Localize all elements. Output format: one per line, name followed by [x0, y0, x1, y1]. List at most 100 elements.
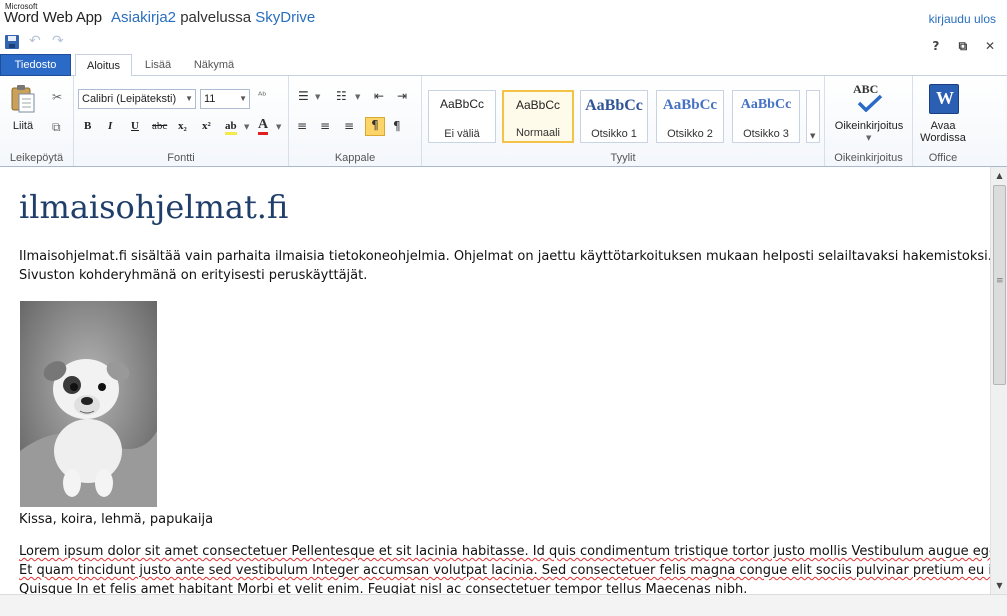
close-icon[interactable]: ✕: [979, 39, 1001, 53]
document-title: Asiakirja2 palvelussa SkyDrive: [111, 9, 315, 26]
style-sample: AaBbCc: [585, 97, 643, 114]
group-label-clipboard: Leikepöytä: [9, 152, 64, 164]
copy-icon[interactable]: ⧉: [52, 120, 61, 135]
group-font: Calibri (Leipäteksti) ▼ 11 ▼ ᴬᵇ B I U abc …: [74, 76, 289, 166]
group-label-office: Office: [928, 152, 958, 164]
app-name: Word Web App: [4, 9, 102, 26]
scrollbar-thumb[interactable]: [993, 185, 1006, 385]
ribbon-tabs: Tiedosto Aloitus Lisää Näkymä: [0, 53, 1007, 77]
chevron-down-icon: ▼: [185, 94, 193, 103]
group-label-font: Fontti: [167, 152, 195, 164]
save-icon[interactable]: [5, 35, 19, 49]
chevron-down-icon: ▼: [239, 94, 247, 103]
increase-indent-icon[interactable]: ⇥: [397, 89, 407, 103]
tab-view[interactable]: Näkymä: [186, 54, 242, 76]
chevron-down-icon[interactable]: ▼: [866, 134, 871, 142]
style-name: Ei väliä: [444, 128, 480, 140]
decrease-indent-icon[interactable]: ⇤: [374, 89, 384, 103]
group-label-paragraph: Kappale: [334, 152, 376, 164]
signout-link[interactable]: kirjaudu ulos: [929, 12, 996, 26]
scroll-down-icon[interactable]: ▼: [991, 577, 1007, 594]
image-caption[interactable]: Kissa, koira, lehmä, papukaija: [19, 512, 213, 527]
cut-icon[interactable]: ✂: [52, 90, 62, 104]
highlight-button[interactable]: ab: [225, 120, 237, 135]
paragraph-line[interactable]: Ilmaisohjelmat.fi sisältää vain parhaita…: [19, 247, 990, 266]
group-clipboard: Liitä ✂ ⧉ Leikepöytä: [0, 76, 74, 166]
style-sample: AaBbCc: [439, 97, 485, 111]
chevron-down-icon[interactable]: ▼: [355, 93, 360, 101]
puppy-photo[interactable]: [20, 301, 157, 507]
style-no-spacing[interactable]: AaBbCc Ei väliä: [428, 90, 496, 143]
lorem-line[interactable]: Lorem ipsum dolor sit amet consectetuer …: [19, 542, 990, 561]
lorem-text: Et quam tincidunt justo ante sed vestibu…: [19, 563, 990, 578]
italic-button[interactable]: I: [108, 120, 112, 132]
font-color-button[interactable]: A: [258, 118, 269, 135]
ltr-icon[interactable]: ¶: [365, 117, 385, 136]
font-size-value: 11: [204, 93, 216, 105]
open-in-word-label-1[interactable]: Avaa: [913, 120, 973, 132]
spelling-check-icon[interactable]: ABC: [853, 82, 885, 112]
subscript-button[interactable]: x₂: [178, 120, 187, 132]
group-paragraph: ☰ ▼ ☷ ▼ ⇤ ⇥ ≡ ≡ ≡ ¶ ¶ Kappale: [289, 76, 422, 166]
align-right-icon[interactable]: ≡: [344, 119, 354, 133]
popout-icon[interactable]: ⧉: [952, 39, 974, 54]
ribbon: Liitä ✂ ⧉ Leikepöytä Calibri (Leipätekst…: [0, 76, 1007, 167]
bullet-list-icon[interactable]: ☰: [298, 89, 309, 103]
location-prefix: palvelussa: [180, 9, 252, 26]
style-name: Otsikko 1: [591, 128, 637, 140]
style-heading-3[interactable]: AaBbCc Otsikko 3: [732, 90, 800, 143]
rtl-icon[interactable]: ¶: [393, 119, 401, 133]
style-name: Otsikko 2: [667, 128, 713, 140]
group-proofing: ABC Oikeinkirjoitus ▼ Oikeinkirjoitus: [825, 76, 913, 166]
style-normal[interactable]: AaBbCc Normaali: [502, 90, 574, 143]
clear-format-icon[interactable]: ᴬᵇ: [258, 91, 267, 102]
document-heading[interactable]: ilmaisohjelmat.fi: [19, 188, 288, 226]
quick-access-toolbar: ↶ ↷ ? ⧉ ✕: [0, 33, 1007, 54]
font-size-select[interactable]: 11 ▼: [200, 89, 250, 109]
redo-icon[interactable]: ↷: [52, 33, 64, 49]
document-name-link[interactable]: Asiakirja2: [111, 9, 176, 26]
bold-button[interactable]: B: [84, 120, 91, 132]
chevron-down-icon[interactable]: ▼: [244, 123, 249, 131]
tab-file[interactable]: Tiedosto: [0, 54, 71, 76]
title-bar: Microsoft Word Web App Asiakirja2 palvel…: [0, 0, 1007, 34]
numbered-list-icon[interactable]: ☷: [336, 89, 347, 103]
scroll-up-icon[interactable]: ▲: [991, 167, 1007, 184]
style-heading-1[interactable]: AaBbCc Otsikko 1: [580, 90, 648, 143]
skydrive-link[interactable]: SkyDrive: [255, 9, 315, 26]
chevron-down-icon[interactable]: ▼: [276, 123, 281, 131]
undo-icon[interactable]: ↶: [29, 33, 41, 49]
underline-button[interactable]: U: [131, 120, 139, 132]
superscript-button[interactable]: x²: [202, 120, 211, 132]
window-buttons: ? ⧉ ✕: [925, 35, 1001, 54]
strikethrough-button[interactable]: abc: [152, 120, 167, 132]
font-name-select[interactable]: Calibri (Leipäteksti) ▼: [78, 89, 196, 109]
styles-more-button[interactable]: ▼: [806, 90, 820, 143]
group-office: W Avaa Wordissa Office: [913, 76, 973, 166]
document-area[interactable]: ilmaisohjelmat.fi Ilmaisohjelmat.fi sisä…: [0, 167, 990, 616]
spelling-button[interactable]: Oikeinkirjoitus: [825, 120, 913, 132]
vertical-scrollbar[interactable]: ▲ ▼: [990, 167, 1007, 594]
style-heading-2[interactable]: AaBbCc Otsikko 2: [656, 90, 724, 143]
word-icon[interactable]: W: [929, 84, 959, 114]
lorem-text: Lorem ipsum dolor sit amet consectetuer …: [19, 544, 990, 559]
align-left-icon[interactable]: ≡: [297, 119, 307, 133]
tab-insert[interactable]: Lisää: [136, 54, 180, 76]
font-name-value: Calibri (Leipäteksti): [82, 93, 177, 105]
align-center-icon[interactable]: ≡: [320, 119, 330, 133]
paste-icon[interactable]: [10, 84, 36, 114]
style-name: Normaali: [515, 127, 560, 139]
group-label-styles: Tyylit: [610, 152, 636, 164]
style-sample: AaBbCc: [662, 97, 718, 113]
help-icon[interactable]: ?: [925, 39, 947, 53]
chevron-down-icon[interactable]: ▼: [315, 93, 320, 101]
style-name: Otsikko 3: [743, 128, 789, 140]
style-sample: AaBbCc: [515, 98, 561, 112]
tab-home[interactable]: Aloitus: [75, 54, 132, 77]
paste-button[interactable]: Liitä: [8, 120, 38, 132]
paragraph-line[interactable]: Sivuston kohderyhmänä on erityisesti per…: [19, 266, 367, 285]
open-in-word-label-2[interactable]: Wordissa: [913, 132, 973, 144]
chevron-down-icon: ▼: [810, 132, 816, 140]
group-label-proofing: Oikeinkirjoitus: [834, 152, 903, 164]
lorem-line[interactable]: Et quam tincidunt justo ante sed vestibu…: [19, 561, 990, 580]
